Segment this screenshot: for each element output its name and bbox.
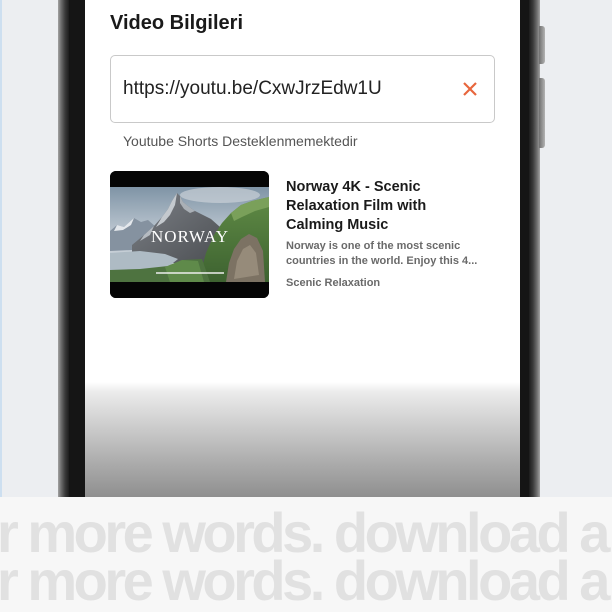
video-channel: Scenic Relaxation	[286, 276, 381, 289]
video-card[interactable]: NORWAY Norway 4K - Scenic Relaxation Fil…	[110, 171, 495, 298]
page-title: Video Bilgileri	[110, 12, 243, 34]
video-info: Norway 4K - Scenic Relaxation Film with …	[286, 178, 491, 291]
helper-text: Youtube Shorts Desteklenmemektedir	[123, 133, 358, 149]
phone-side-button-upper	[539, 26, 545, 64]
thumbnail-overlay-text: NORWAY	[151, 227, 229, 246]
phone-frame-left-edge	[58, 0, 69, 497]
clear-url-button[interactable]	[454, 73, 486, 105]
left-edge-accent-line	[0, 0, 2, 497]
thumbnail-cloud	[180, 187, 260, 203]
url-field[interactable]	[110, 55, 495, 123]
url-input[interactable]	[111, 56, 441, 122]
watermark-banner: r more words. download a r more words. d…	[0, 497, 612, 612]
watermark-line: r more words. download a	[0, 549, 610, 612]
thumbnail-image: NORWAY	[110, 171, 269, 298]
video-title: Norway 4K - Scenic Relaxation Film with …	[286, 179, 427, 233]
phone-side-button-volume	[539, 78, 545, 148]
close-icon	[463, 82, 477, 96]
screen-fade-overlay	[85, 382, 520, 497]
video-description: Norway is one of the most scenic countri…	[286, 239, 478, 267]
phone-frame-right-edge	[529, 0, 540, 497]
phone-screen: Video Bilgileri Youtube Shorts Desteklen…	[85, 0, 520, 497]
thumbnail-caption-decoration	[156, 272, 224, 274]
video-thumbnail: NORWAY	[110, 171, 269, 298]
